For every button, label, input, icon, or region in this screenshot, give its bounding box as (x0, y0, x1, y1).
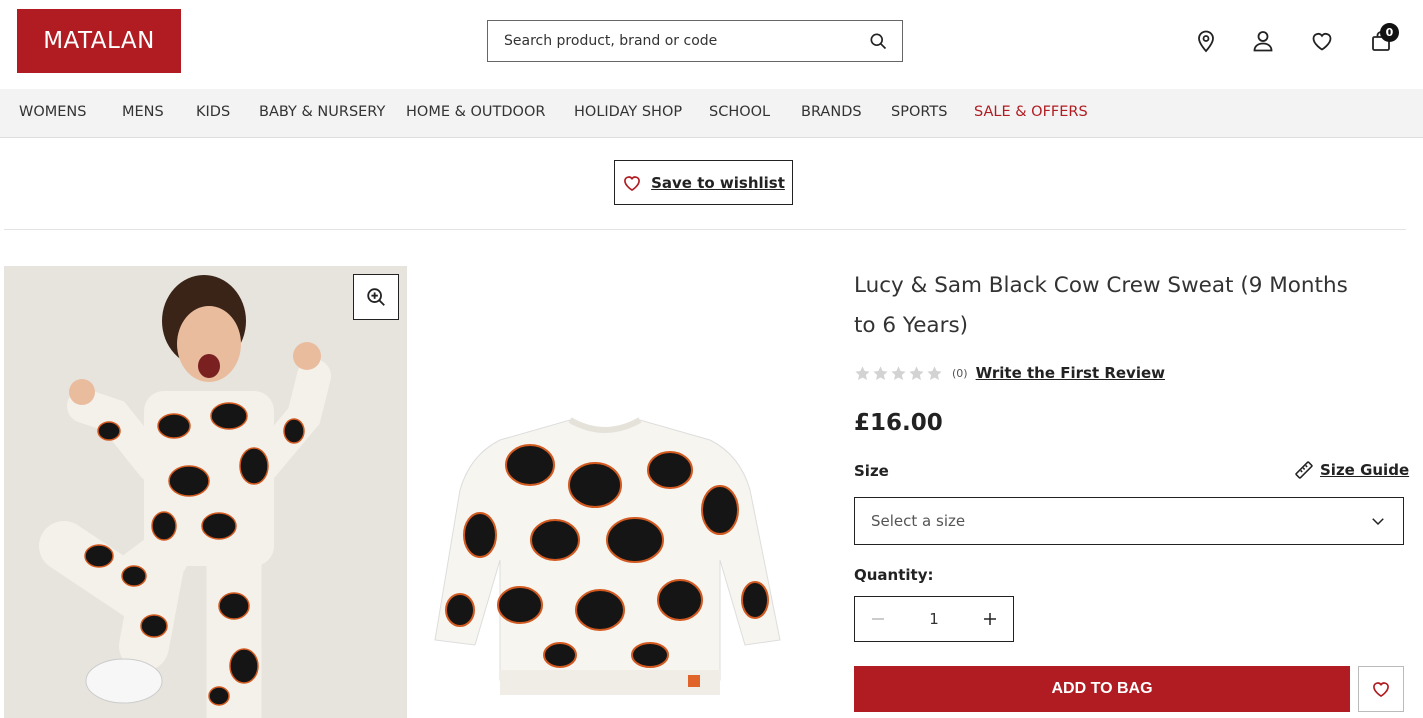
size-guide-label: Size Guide (1320, 461, 1410, 479)
star-icon (909, 365, 924, 380)
size-label: Size (854, 462, 889, 480)
matalan-logo[interactable]: MATALAN (17, 9, 181, 73)
nav-item-sports[interactable]: SPORTS (891, 104, 947, 120)
nav-item-home-outdoor[interactable]: HOME & OUTDOOR (406, 104, 545, 120)
main-nav: WOMENS MENS KIDS BABY & NURSERY HOME & O… (0, 89, 1423, 138)
save-to-wishlist-label: Save to wishlist (651, 173, 785, 192)
star-icon (873, 365, 888, 380)
nav-item-sale-offers[interactable]: SALE & OFFERS (974, 104, 1088, 120)
heart-outline-icon (1373, 682, 1389, 698)
nav-item-womens[interactable]: WOMENS (19, 104, 86, 120)
zoom-in-icon (367, 288, 385, 306)
quantity-label: Quantity: (854, 566, 934, 584)
ruler-icon (1295, 461, 1313, 479)
rating-stars (854, 365, 943, 382)
product-price: £16.00 (854, 410, 943, 436)
nav-item-school[interactable]: SCHOOL (709, 104, 770, 120)
nav-item-holiday-shop[interactable]: HOLIDAY SHOP (574, 104, 682, 120)
size-guide-link[interactable]: Size Guide (1294, 460, 1409, 480)
save-to-wishlist-button[interactable]: Save to wishlist (614, 160, 793, 205)
quantity-decrease-button[interactable] (855, 597, 901, 641)
nav-item-mens[interactable]: MENS (122, 104, 164, 120)
add-to-wishlist-button[interactable] (1358, 666, 1404, 712)
product-title: Lucy & Sam Black Cow Crew Sweat (9 Month… (854, 273, 1348, 338)
nav-item-baby-nursery[interactable]: BABY & NURSERY (259, 104, 385, 120)
heart-outline-icon (624, 175, 641, 191)
plus-icon (984, 613, 996, 625)
zoom-button[interactable] (353, 274, 399, 320)
search-input[interactable]: Search product, brand or code (504, 33, 868, 49)
location-pin-icon[interactable] (1194, 29, 1218, 53)
site-header: MATALAN Search product, brand or code 0 (0, 0, 1423, 89)
star-icon (891, 365, 906, 380)
add-to-bag-button[interactable]: ADD TO BAG (854, 666, 1350, 712)
product-image-model[interactable] (4, 266, 407, 718)
nav-item-brands[interactable]: BRANDS (801, 104, 862, 120)
user-icon[interactable] (1251, 29, 1275, 53)
nav-item-kids[interactable]: KIDS (196, 104, 230, 120)
write-review-link[interactable]: Write the First Review (976, 364, 1165, 382)
rating-count: (0) (952, 366, 968, 380)
chevron-down-icon (1372, 518, 1384, 526)
quantity-value[interactable]: 1 (901, 610, 967, 628)
rating-row: (0) Write the First Review (854, 362, 1165, 384)
size-select[interactable]: Select a size (854, 497, 1404, 545)
size-select-value: Select a size (871, 512, 966, 530)
search-bar[interactable]: Search product, brand or code (487, 20, 903, 62)
star-icon (927, 365, 942, 380)
quantity-increase-button[interactable] (967, 597, 1013, 641)
bag-count-badge: 0 (1380, 23, 1399, 42)
quantity-stepper[interactable]: 1 (854, 596, 1014, 642)
minus-icon (872, 618, 884, 620)
product-image-flat[interactable] (420, 400, 790, 705)
heart-icon[interactable] (1310, 29, 1334, 53)
star-icon (855, 365, 870, 380)
search-icon[interactable] (868, 31, 888, 51)
section-divider (4, 229, 1406, 230)
